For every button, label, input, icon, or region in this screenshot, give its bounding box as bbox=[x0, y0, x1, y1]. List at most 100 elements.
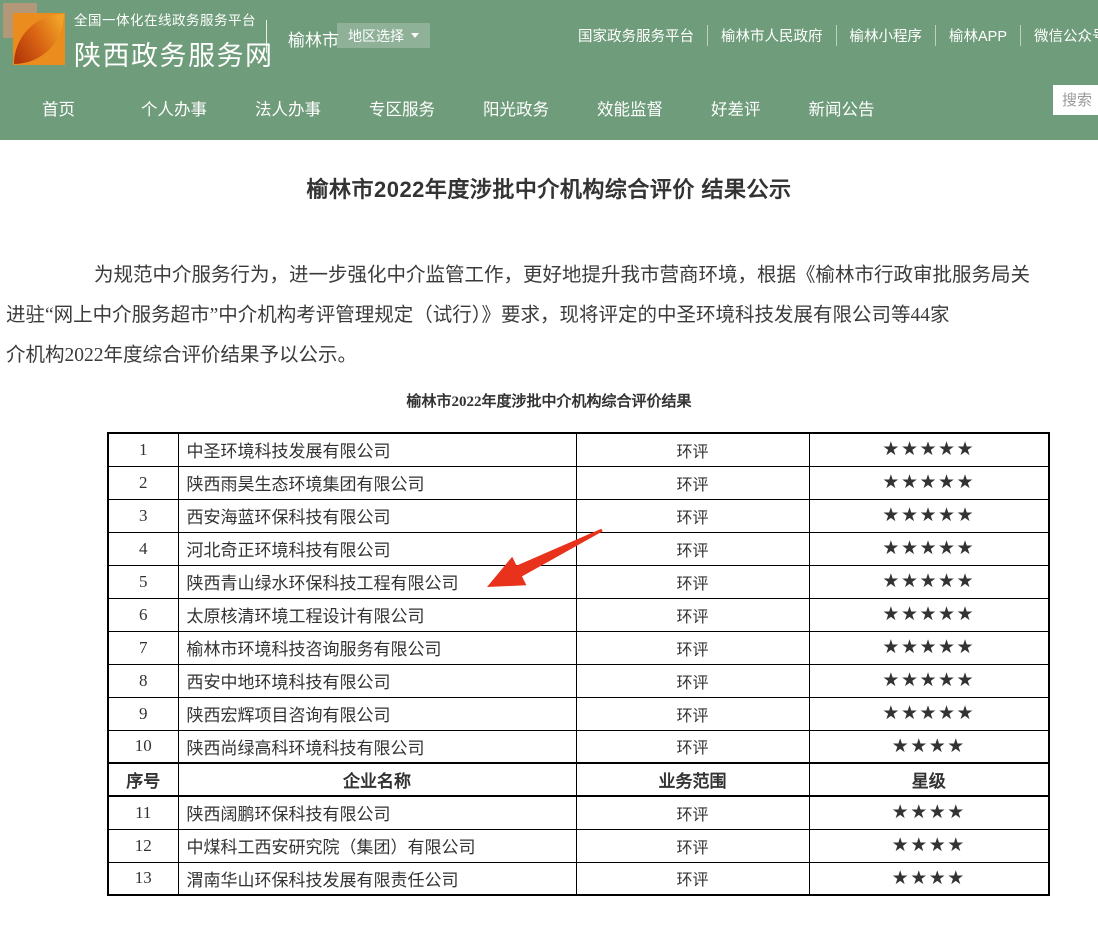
cell-business-scope: 环评 bbox=[576, 829, 809, 862]
search-input[interactable] bbox=[1053, 85, 1098, 115]
site-logo bbox=[3, 3, 67, 67]
paragraph-line: 介机构2022年度综合评价结果予以公示。 bbox=[6, 336, 1098, 376]
cell-business-scope: 环评 bbox=[576, 433, 809, 466]
cell-company-name: 陕西青山绿水环保科技工程有限公司 bbox=[178, 565, 576, 598]
cell-star-rating: ★★★★★ bbox=[809, 466, 1049, 499]
column-header: 星级 bbox=[809, 763, 1049, 796]
cell-index: 10 bbox=[108, 730, 178, 763]
table-caption: 榆林市2022年度涉批中介机构综合评价结果 bbox=[0, 392, 1098, 412]
main-nav: 首页 个人办事 法人办事 专区服务 阳光政务 效能监督 好差评 新闻公告 bbox=[0, 75, 1098, 140]
logo-leaf-icon bbox=[13, 13, 65, 65]
cell-star-rating: ★★★★★ bbox=[809, 664, 1049, 697]
cell-company-name: 榆林市环境科技咨询服务有限公司 bbox=[178, 631, 576, 664]
table-row: 11陕西阔鹏环保科技有限公司环评★★★★ bbox=[108, 796, 1049, 829]
cell-company-name: 太原核清环境工程设计有限公司 bbox=[178, 598, 576, 631]
table-row: 9陕西宏辉项目咨询有限公司环评★★★★★ bbox=[108, 697, 1049, 730]
cell-star-rating: ★★★★★ bbox=[809, 499, 1049, 532]
cell-star-rating: ★★★★★ bbox=[809, 631, 1049, 664]
cell-business-scope: 环评 bbox=[576, 862, 809, 895]
page-title: 榆林市2022年度涉批中介机构综合评价 结果公示 bbox=[0, 176, 1098, 204]
cell-index: 13 bbox=[108, 862, 178, 895]
nav-item[interactable]: 好差评 bbox=[711, 96, 761, 120]
cell-star-rating: ★★★★★ bbox=[809, 433, 1049, 466]
cell-index: 9 bbox=[108, 697, 178, 730]
cell-company-name: 中圣环境科技发展有限公司 bbox=[178, 433, 576, 466]
cell-star-rating: ★★★★ bbox=[809, 730, 1049, 763]
region-select-button[interactable]: 地区选择 bbox=[337, 23, 430, 48]
top-link[interactable]: 榆林APP bbox=[936, 25, 1021, 46]
nav-item[interactable]: 首页 bbox=[42, 96, 75, 120]
cell-company-name: 陕西尚绿高科环境科技有限公司 bbox=[178, 730, 576, 763]
table-row: 2陕西雨昊生态环境集团有限公司环评★★★★★ bbox=[108, 466, 1049, 499]
table-row: 1中圣环境科技发展有限公司环评★★★★★ bbox=[108, 433, 1049, 466]
cell-star-rating: ★★★★★ bbox=[809, 565, 1049, 598]
table-row: 3西安海蓝环保科技有限公司环评★★★★★ bbox=[108, 499, 1049, 532]
cell-company-name: 陕西阔鹏环保科技有限公司 bbox=[178, 796, 576, 829]
paragraph-line: 为规范中介服务行为，进一步强化中介监管工作，更好地提升我市营商环境，根据《榆林市… bbox=[6, 256, 1098, 296]
column-header: 序号 bbox=[108, 763, 178, 796]
site-name: 陕西政务服务网 bbox=[74, 34, 274, 73]
evaluation-table: 1中圣环境科技发展有限公司环评★★★★★2陕西雨昊生态环境集团有限公司环评★★★… bbox=[107, 432, 1050, 896]
nav-items: 首页 个人办事 法人办事 专区服务 阳光政务 效能监督 好差评 新闻公告 bbox=[0, 75, 1098, 140]
table-row: 5陕西青山绿水环保科技工程有限公司环评★★★★★ bbox=[108, 565, 1049, 598]
cell-business-scope: 环评 bbox=[576, 532, 809, 565]
cell-index: 3 bbox=[108, 499, 178, 532]
nav-item[interactable]: 专区服务 bbox=[369, 96, 435, 120]
cell-business-scope: 环评 bbox=[576, 631, 809, 664]
cell-business-scope: 环评 bbox=[576, 499, 809, 532]
cell-star-rating: ★★★★ bbox=[809, 829, 1049, 862]
top-link[interactable]: 榆林小程序 bbox=[837, 25, 937, 46]
cell-index: 11 bbox=[108, 796, 178, 829]
cell-index: 4 bbox=[108, 532, 178, 565]
cell-index: 7 bbox=[108, 631, 178, 664]
cell-company-name: 陕西宏辉项目咨询有限公司 bbox=[178, 697, 576, 730]
table-row: 10陕西尚绿高科环境科技有限公司环评★★★★ bbox=[108, 730, 1049, 763]
cell-star-rating: ★★★★ bbox=[809, 796, 1049, 829]
cell-index: 2 bbox=[108, 466, 178, 499]
table-row: 4河北奇正环境科技有限公司环评★★★★★ bbox=[108, 532, 1049, 565]
cell-star-rating: ★★★★★ bbox=[809, 532, 1049, 565]
top-link[interactable]: 微信公众号 bbox=[1021, 25, 1098, 46]
cell-index: 8 bbox=[108, 664, 178, 697]
cell-star-rating: ★★★★★ bbox=[809, 697, 1049, 730]
site-titles: 全国一体化在线政务服务平台 陕西政务服务网 bbox=[74, 9, 274, 73]
nav-item[interactable]: 法人办事 bbox=[255, 96, 321, 120]
nav-item[interactable]: 效能监督 bbox=[597, 96, 663, 120]
cell-index: 5 bbox=[108, 565, 178, 598]
platform-label: 全国一体化在线政务服务平台 bbox=[74, 9, 274, 29]
table-row: 8西安中地环境科技有限公司环评★★★★★ bbox=[108, 664, 1049, 697]
cell-company-name: 中煤科工西安研究院（集团）有限公司 bbox=[178, 829, 576, 862]
paragraph-line: 进驻“网上中介服务超市”中介机构考评管理规定（试行）》要求，现将评定的中圣环境科… bbox=[6, 296, 1098, 336]
nav-item[interactable]: 阳光政务 bbox=[483, 96, 549, 120]
cell-star-rating: ★★★★ bbox=[809, 862, 1049, 895]
nav-item[interactable]: 新闻公告 bbox=[809, 96, 875, 120]
header-top-bar: 全国一体化在线政务服务平台 陕西政务服务网 榆林市 地区选择 国家政务服务平台榆… bbox=[0, 0, 1098, 75]
article: 榆林市2022年度涉批中介机构综合评价 结果公示 为规范中介服务行为，进一步强化… bbox=[0, 140, 1098, 896]
cell-business-scope: 环评 bbox=[576, 466, 809, 499]
site-header: 全国一体化在线政务服务平台 陕西政务服务网 榆林市 地区选择 国家政务服务平台榆… bbox=[0, 0, 1098, 140]
cell-business-scope: 环评 bbox=[576, 565, 809, 598]
cell-company-name: 陕西雨昊生态环境集团有限公司 bbox=[178, 466, 576, 499]
cell-company-name: 西安海蓝环保科技有限公司 bbox=[178, 499, 576, 532]
cell-business-scope: 环评 bbox=[576, 796, 809, 829]
cell-company-name: 渭南华山环保科技发展有限责任公司 bbox=[178, 862, 576, 895]
cell-business-scope: 环评 bbox=[576, 598, 809, 631]
cell-company-name: 西安中地环境科技有限公司 bbox=[178, 664, 576, 697]
top-link[interactable]: 国家政务服务平台 bbox=[578, 25, 708, 46]
header-divider bbox=[266, 20, 267, 53]
cell-star-rating: ★★★★★ bbox=[809, 598, 1049, 631]
table-header-row: 序号企业名称业务范围星级 bbox=[108, 763, 1049, 796]
top-link[interactable]: 榆林市人民政府 bbox=[708, 25, 837, 46]
cell-business-scope: 环评 bbox=[576, 697, 809, 730]
chevron-down-icon bbox=[411, 33, 419, 38]
region-select-label: 地区选择 bbox=[348, 26, 404, 46]
cell-index: 1 bbox=[108, 433, 178, 466]
column-header: 业务范围 bbox=[576, 763, 809, 796]
nav-item[interactable]: 个人办事 bbox=[141, 96, 207, 120]
cell-company-name: 河北奇正环境科技有限公司 bbox=[178, 532, 576, 565]
cell-index: 12 bbox=[108, 829, 178, 862]
leaf-shape bbox=[14, 14, 64, 64]
table-row: 6太原核清环境工程设计有限公司环评★★★★★ bbox=[108, 598, 1049, 631]
table-body: 1中圣环境科技发展有限公司环评★★★★★2陕西雨昊生态环境集团有限公司环评★★★… bbox=[108, 433, 1049, 895]
cell-index: 6 bbox=[108, 598, 178, 631]
